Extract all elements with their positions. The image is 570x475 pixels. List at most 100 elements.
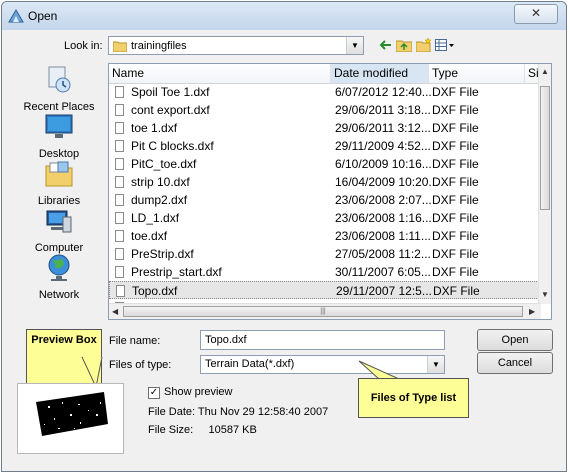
new-folder-icon[interactable] [416,38,432,52]
file-row[interactable]: toe 1.dxf 29/06/2011 3:12... DXF File [109,119,541,137]
file-size: File Size: 10587 KB [148,424,257,436]
file-row[interactable]: LD_1.dxf 23/06/2008 1:16... DXF File [109,209,541,227]
file-type: DXF File [432,229,479,243]
file-icon [115,248,124,260]
file-row[interactable]: Topo.dxf 29/11/2007 12:5... DXF File [109,281,541,299]
file-type: DXF File [432,139,479,153]
column-name[interactable]: Name [109,64,331,83]
column-type[interactable]: Type [429,64,525,83]
app-icon [8,9,24,23]
file-icon [115,266,124,278]
horizontal-scroll-thumb[interactable]: ||| [123,306,523,317]
file-row[interactable]: Spoil Toe 1.dxf 6/07/2012 12:40... DXF Fil… [109,83,541,101]
file-name: toe 1.dxf [131,121,178,135]
open-dialog: Open ✕ Look in: trainingfiles ▼ Recent P… [1,1,567,472]
file-date-modified: 29/11/2007 12:5... [336,284,432,298]
file-name: cont export.dxf [131,103,210,117]
file-date-modified: 23/06/2008 1:16... [335,211,432,225]
preview-thumbnail [36,392,108,436]
view-menu-icon[interactable] [435,38,455,52]
close-button[interactable]: ✕ [514,4,558,24]
file-type: DXF File [433,284,480,298]
file-icon [115,158,124,170]
computer-icon [46,210,72,233]
vertical-scroll-thumb[interactable] [540,86,550,210]
cancel-button[interactable]: Cancel [477,352,553,374]
show-preview-checkbox[interactable]: ✓ [148,387,160,399]
lookin-label: Look in: [64,40,103,52]
file-type: DXF File [432,85,479,99]
window-title: Open [28,9,58,23]
place-label: Network [38,289,80,301]
file-type: DXF File [432,157,479,171]
place-computer[interactable]: Computer [20,205,98,254]
file-date-modified: 29/11/2009 4:52... [335,139,431,153]
places-bar: Recent Places Desktop Libraries Computer… [20,58,98,308]
chevron-down-icon[interactable]: ▼ [346,37,363,54]
file-rows: Spoil Toe 1.dxf 6/07/2012 12:40... DXF Fil… [109,83,541,317]
file-date-modified: 23/06/2008 1:11... [335,229,431,243]
file-date-modified: 30/11/2007 6:05... [335,265,431,279]
file-row[interactable]: toe.dxf 23/06/2008 1:11... DXF File [109,227,541,245]
scroll-right-icon[interactable]: ▶ [529,307,535,316]
file-row[interactable]: strip 10.dxf 16/04/2009 10:20... DXF File [109,173,541,191]
file-date-modified: 16/04/2009 10:20... [335,175,439,189]
file-name: toe.dxf [131,229,168,243]
file-name: PitC_toe.dxf [131,157,197,171]
scroll-down-icon[interactable]: ▼ [541,290,549,299]
file-type: DXF File [432,247,479,261]
preview-pane [17,383,124,454]
file-icon [115,122,124,134]
file-name: LD_1.dxf [131,211,180,225]
close-icon: ✕ [530,6,542,20]
libraries-icon [45,161,73,187]
file-row[interactable]: Prestrip_start.dxf 30/11/2007 6:05... DXF … [109,263,541,281]
file-list[interactable]: Name Date modified Type Si Spoil Toe 1.d… [108,63,552,320]
file-date: File Date: Thu Nov 29 12:58:40 2007 [148,406,329,418]
chevron-down-icon[interactable]: ▼ [427,356,444,373]
filetype-label: Files of type: [109,359,172,371]
file-row[interactable]: PitC_toe.dxf 6/10/2009 10:16... DXF File [109,155,541,173]
scroll-left-icon[interactable]: ◀ [112,307,118,316]
file-icon [115,140,124,152]
file-row[interactable]: cont export.dxf 29/06/2011 3:18... DXF Fil… [109,101,541,119]
back-arrow-icon[interactable] [378,38,392,52]
file-type: DXF File [432,211,479,225]
horizontal-scrollbar[interactable]: ◀ ||| ▶ [109,303,541,319]
file-icon [115,194,124,206]
file-row[interactable]: dump2.dxf 23/06/2008 2:07... DXF File [109,191,541,209]
file-icon [115,212,124,224]
place-libraries[interactable]: Libraries [20,158,98,207]
column-date-modified[interactable]: Date modified [331,64,429,83]
place-network[interactable]: Network [20,252,98,301]
place-desktop[interactable]: Desktop [20,111,98,160]
title-bar: Open ✕ [2,2,566,30]
vertical-scrollbar[interactable]: ▲ ▼ [538,64,551,304]
filetype-value: Terrain Data(*.dxf) [205,358,295,370]
file-icon [116,285,125,297]
file-icon [115,176,124,188]
file-row[interactable]: Pit C blocks.dxf 29/11/2009 4:52... DXF Fi… [109,137,541,155]
file-name: Pit C blocks.dxf [131,139,214,153]
file-date-modified: 23/06/2008 2:07... [335,193,432,207]
lookin-combo[interactable]: trainingfiles ▼ [108,36,364,55]
filetype-callout: Files of Type list [358,378,469,418]
open-button[interactable]: Open [477,329,553,351]
file-type: DXF File [432,265,479,279]
file-name: dump2.dxf [131,193,188,207]
callout-text: Preview Box [31,334,97,346]
file-row[interactable]: PreStrip.dxf 27/05/2008 11:2... DXF File [109,245,541,263]
file-name: PreStrip.dxf [131,247,194,261]
file-date-modified: 29/06/2011 3:18... [335,103,431,117]
file-icon [115,86,124,98]
up-folder-icon[interactable] [396,38,412,52]
file-type: DXF File [432,103,479,117]
scroll-up-icon[interactable]: ▲ [541,67,549,76]
place-recent-places[interactable]: Recent Places [20,64,98,113]
file-name: strip 10.dxf [131,175,190,189]
filename-input[interactable]: Topo.dxf [200,330,445,350]
file-type: DXF File [432,121,479,135]
desktop-icon [45,114,73,138]
file-icon [115,230,124,242]
folder-icon [113,41,127,52]
